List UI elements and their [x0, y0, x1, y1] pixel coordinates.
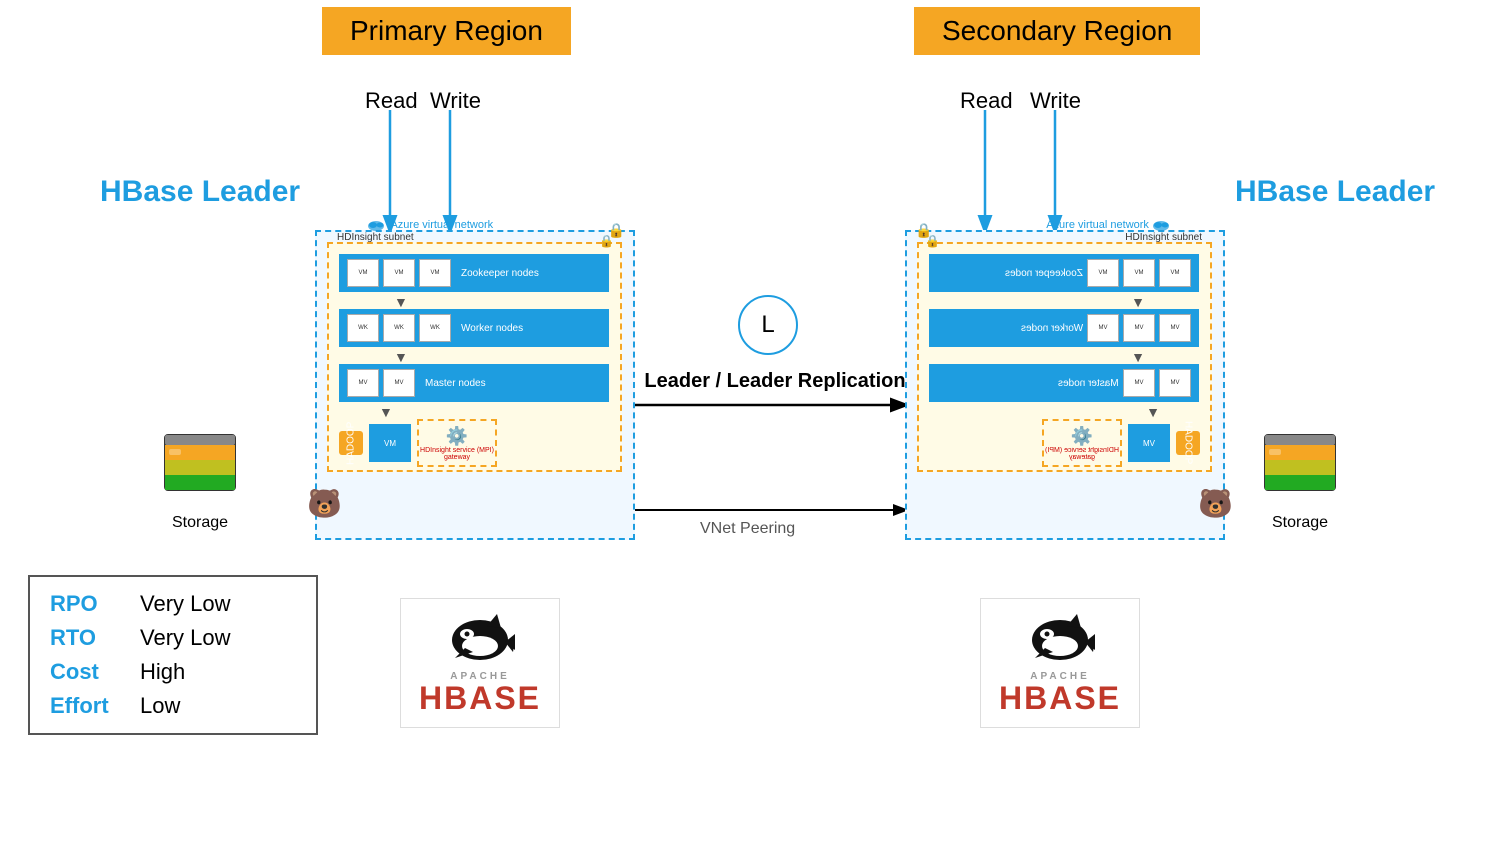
secondary-hdinsight-lock-icon: 🔒	[925, 234, 940, 248]
edge-node: VM	[369, 424, 411, 462]
metrics-box: RPO Very Low RTO Very Low Cost High Effo…	[28, 575, 318, 735]
edge-area: HADOOP VM ⚙️ HDInsight service (MPI) gat…	[339, 419, 497, 467]
secondary-master-row: MV MV Master nodes	[929, 364, 1199, 402]
secondary-region-banner: Secondary Region	[914, 7, 1200, 55]
storage-label-right: Storage	[1255, 514, 1345, 532]
zk-node-1: VM	[347, 259, 379, 287]
hbase-leader-right: HBase Leader	[1235, 175, 1435, 209]
zk-node-3: VM	[419, 259, 451, 287]
ms-node-2: MV	[383, 369, 415, 397]
wk-node-2: WK	[383, 314, 415, 342]
effort-value: Low	[140, 693, 180, 719]
rto-row: RTO Very Low	[50, 625, 296, 651]
write-label-left: Write	[430, 88, 481, 114]
hadoop-icon: HADOOP	[339, 431, 363, 455]
s-down-arrow-1: ▼	[1131, 294, 1145, 310]
secondary-vnet-label: Azure virtual network	[1046, 218, 1173, 232]
cost-row: Cost High	[50, 659, 296, 685]
master-row: MV MV Master nodes	[339, 364, 609, 402]
s-zk-node-3: VM	[1087, 259, 1119, 287]
read-label-right: Read	[960, 88, 1013, 114]
s-ms-node-2: MV	[1123, 369, 1155, 397]
primary-vnet-label: Azure virtual network	[367, 218, 493, 232]
hbase-leader-left: HBase Leader	[100, 175, 300, 209]
worker-row: WK WK WK Worker nodes	[339, 309, 609, 347]
ms-node-1: MV	[347, 369, 379, 397]
apache-hbase-logo-right: APACHE HBASE	[999, 612, 1121, 714]
gear-icon: ⚙️	[446, 426, 468, 447]
wk-node-3: WK	[419, 314, 451, 342]
s-down-arrow-2: ▼	[1131, 349, 1145, 365]
rpo-value: Very Low	[140, 591, 231, 617]
storage-icon-left: Storage	[155, 415, 245, 532]
rpo-row: RPO Very Low	[50, 591, 296, 617]
edge-node-label: VM	[384, 439, 396, 448]
s-gear-icon: ⚙️	[1071, 426, 1093, 447]
secondary-zk-label: Zookeeper nodes	[1005, 268, 1083, 279]
s-ms-node-1: MV	[1159, 369, 1191, 397]
replication-label: Leader / Leader Replication	[635, 370, 915, 393]
l-circle: L	[738, 295, 798, 355]
gateway-label: HDInsight service (MPI) gateway	[419, 447, 495, 461]
primary-region-banner: Primary Region	[322, 7, 571, 55]
hbase-logo-left: APACHE HBASE	[400, 598, 560, 728]
s-zk-node-1: VM	[1159, 259, 1191, 287]
hbase-logo-right: APACHE HBASE	[980, 598, 1140, 728]
hdinsight-subnet-label: HDInsight subnet	[337, 232, 414, 243]
effort-key: Effort	[50, 693, 120, 719]
s-gateway-box: ⚙️ HDInsight service (MPI) gateway	[1042, 419, 1122, 467]
secondary-hdinsight-label: HDInsight subnet	[1125, 232, 1202, 243]
hbase-text-right: HBASE	[999, 682, 1121, 714]
wk-node-1: WK	[347, 314, 379, 342]
storage-icon-right: Storage	[1255, 415, 1345, 532]
primary-region-label: Primary Region	[350, 15, 543, 46]
secondary-worker-row: MV MV MV Worker nodes	[929, 309, 1199, 347]
s-wk-node-1: MV	[1159, 314, 1191, 342]
hdinsight-lock-icon: 🔒	[599, 234, 614, 248]
secondary-region-label: Secondary Region	[942, 15, 1172, 46]
storage-label-left: Storage	[155, 514, 245, 532]
apache-hbase-logo-left: APACHE HBASE	[419, 612, 541, 714]
gateway-box: ⚙️ HDInsight service (MPI) gateway	[417, 419, 497, 467]
read-label-left: Read	[365, 88, 418, 114]
s-wk-node-2: MV	[1123, 314, 1155, 342]
s-gateway-label: HDInsight service (MPI) gateway	[1044, 447, 1120, 461]
s-zk-node-2: VM	[1123, 259, 1155, 287]
zk-node-2: VM	[383, 259, 415, 287]
s-edge-node: MV	[1128, 424, 1170, 462]
hbase-text-left: HBASE	[419, 682, 541, 714]
hadoop-bear-left: 🐻	[307, 487, 342, 520]
rto-value: Very Low	[140, 625, 231, 651]
secondary-master-label: Master nodes	[1058, 378, 1119, 389]
down-arrow-3: ▼	[379, 404, 393, 420]
s-hadoop-bear: 🐻	[1198, 487, 1233, 520]
zookeeper-row: VM VM VM Zookeeper nodes	[339, 254, 609, 292]
secondary-zookeeper-row: VM VM VM Zookeeper nodes	[929, 254, 1199, 292]
down-arrow-2: ▼	[394, 349, 408, 365]
primary-hdinsight-box: HDInsight subnet 🔒 VM VM VM Zookeeper no…	[327, 242, 622, 472]
secondary-edge-area: HADOOP MV ⚙️ HDInsight service (MPI) gat…	[1042, 419, 1200, 467]
write-label-right: Write	[1030, 88, 1081, 114]
rto-key: RTO	[50, 625, 120, 651]
rpo-key: RPO	[50, 591, 120, 617]
s-edge-node-label: MV	[1143, 439, 1155, 448]
secondary-worker-label: Worker nodes	[1021, 323, 1083, 334]
s-down-arrow-3: ▼	[1146, 404, 1160, 420]
secondary-cluster-box: Azure virtual network 🔒 HDInsight subnet…	[905, 230, 1225, 540]
cost-key: Cost	[50, 659, 120, 685]
secondary-vnet-text: Azure virtual network	[1046, 219, 1149, 231]
s-hadoop-icon: HADOOP	[1176, 431, 1200, 455]
secondary-hdinsight-box: HDInsight subnet 🔒 VM VM VM Zookeeper no…	[917, 242, 1212, 472]
primary-cluster-box: Azure virtual network 🔒 HDInsight subnet…	[315, 230, 635, 540]
effort-row: Effort Low	[50, 693, 296, 719]
s-wk-node-3: MV	[1087, 314, 1119, 342]
vnet-peering-label: VNet Peering	[700, 520, 795, 538]
down-arrow-1: ▼	[394, 294, 408, 310]
cost-value: High	[140, 659, 185, 685]
